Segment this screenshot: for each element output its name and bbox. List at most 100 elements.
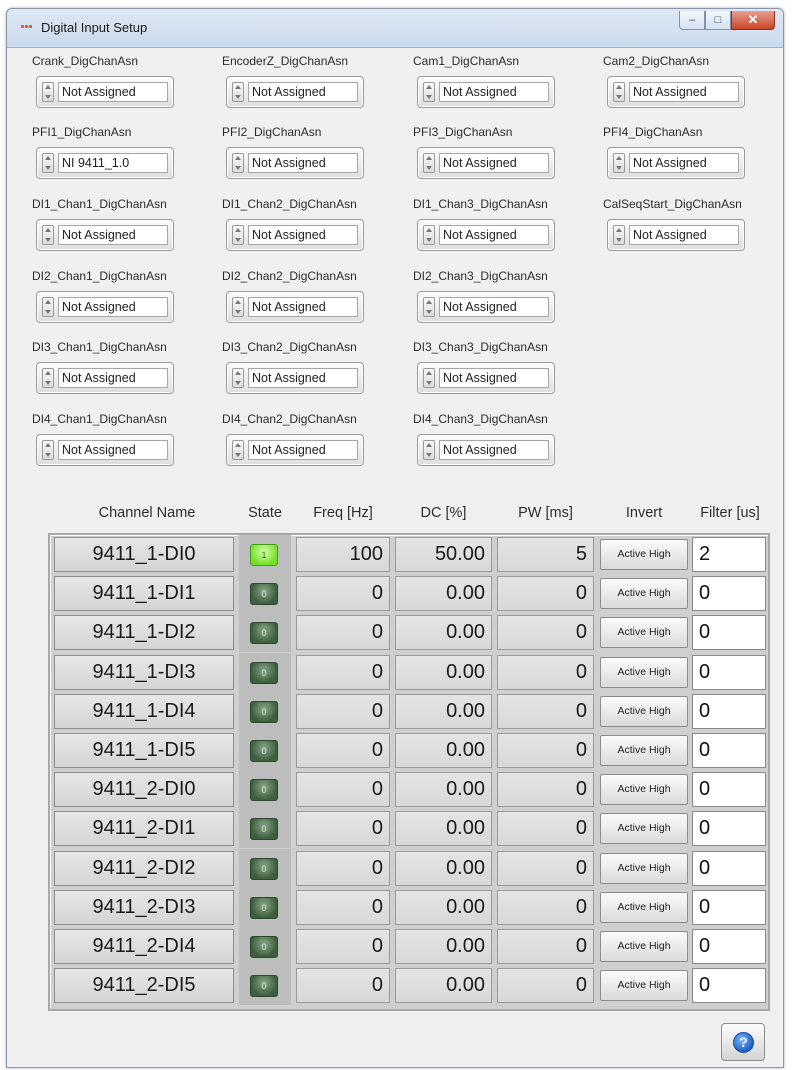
filter-input[interactable]: 0 bbox=[692, 811, 766, 847]
title-bar[interactable]: Digital Input Setup – □ ✕ bbox=[7, 9, 783, 48]
assignment-value[interactable]: Not Assigned bbox=[439, 225, 549, 245]
spin-arrows-icon[interactable] bbox=[232, 225, 244, 245]
invert-button[interactable]: Active High bbox=[600, 695, 688, 727]
invert-button[interactable]: Active High bbox=[600, 931, 688, 962]
assignment-value[interactable]: Not Assigned bbox=[248, 368, 358, 388]
assignment-selector[interactable]: Not Assigned bbox=[607, 76, 745, 108]
spin-arrows-icon[interactable] bbox=[232, 368, 244, 388]
assignment-value[interactable]: Not Assigned bbox=[439, 82, 549, 102]
invert-button[interactable]: Active High bbox=[600, 970, 688, 1002]
spin-arrows-icon[interactable] bbox=[423, 153, 435, 173]
assignment-value[interactable]: Not Assigned bbox=[248, 153, 358, 173]
spin-arrows-icon[interactable] bbox=[42, 440, 54, 460]
assignment-selector[interactable]: Not Assigned bbox=[36, 291, 174, 323]
filter-input[interactable]: 0 bbox=[692, 929, 766, 964]
assignment-selector[interactable]: Not Assigned bbox=[36, 219, 174, 251]
freq-cell: 0 bbox=[296, 929, 390, 964]
spin-arrows-icon[interactable] bbox=[42, 297, 54, 317]
assignment-value[interactable]: Not Assigned bbox=[439, 297, 549, 317]
table-row: 9411_1-DI4 0 0 0.00 0 Active High 0 bbox=[50, 691, 772, 731]
spin-arrows-icon[interactable] bbox=[423, 440, 435, 460]
assignment-value[interactable]: Not Assigned bbox=[439, 440, 549, 460]
assignment-selector[interactable]: Not Assigned bbox=[417, 147, 555, 179]
assignment-selector[interactable]: Not Assigned bbox=[417, 76, 555, 108]
state-led-indicator: 0 bbox=[250, 661, 278, 684]
filter-input[interactable]: 0 bbox=[692, 654, 766, 690]
spin-arrows-icon[interactable] bbox=[42, 368, 54, 388]
spin-arrows-icon[interactable] bbox=[613, 82, 625, 102]
assignment-selector[interactable]: Not Assigned bbox=[607, 219, 745, 251]
spin-arrows-icon[interactable] bbox=[613, 225, 625, 245]
assignment-value[interactable]: Not Assigned bbox=[58, 297, 168, 317]
assignment-selector[interactable]: NI 9411_1.0 bbox=[36, 147, 174, 179]
assignment-selector[interactable]: Not Assigned bbox=[226, 219, 364, 251]
dc-cell: 0.00 bbox=[395, 615, 492, 651]
assignment-value[interactable]: Not Assigned bbox=[439, 368, 549, 388]
filter-input[interactable]: 0 bbox=[692, 889, 766, 925]
invert-button[interactable]: Active High bbox=[600, 813, 688, 845]
assignment-selector[interactable]: Not Assigned bbox=[226, 362, 364, 394]
filter-input[interactable]: 0 bbox=[692, 733, 766, 768]
maximize-button[interactable]: □ bbox=[705, 11, 731, 30]
invert-button[interactable]: Active High bbox=[600, 735, 688, 766]
help-button[interactable]: ? bbox=[721, 1023, 765, 1061]
assignment-value[interactable]: Not Assigned bbox=[629, 82, 739, 102]
assignment-selector[interactable]: Not Assigned bbox=[417, 291, 555, 323]
spin-arrows-icon[interactable] bbox=[423, 225, 435, 245]
assignment-selector[interactable]: Not Assigned bbox=[417, 434, 555, 466]
invert-button[interactable]: Active High bbox=[600, 578, 688, 610]
filter-input[interactable]: 0 bbox=[692, 772, 766, 808]
assignment-value[interactable]: Not Assigned bbox=[248, 440, 358, 460]
invert-button[interactable]: Active High bbox=[600, 774, 688, 806]
spin-arrows-icon[interactable] bbox=[613, 153, 625, 173]
assignment-value[interactable]: Not Assigned bbox=[58, 440, 168, 460]
spin-arrows-icon[interactable] bbox=[232, 82, 244, 102]
assignment-value[interactable]: Not Assigned bbox=[439, 153, 549, 173]
minimize-button[interactable]: – bbox=[679, 11, 705, 30]
filter-input[interactable]: 2 bbox=[692, 537, 766, 572]
assignment-selector[interactable]: Not Assigned bbox=[226, 291, 364, 323]
filter-input[interactable]: 0 bbox=[692, 850, 766, 886]
assignment-value[interactable]: Not Assigned bbox=[58, 225, 168, 245]
pw-cell: 0 bbox=[497, 968, 594, 1004]
assignment-selector[interactable]: Not Assigned bbox=[36, 76, 174, 108]
spin-arrows-icon[interactable] bbox=[423, 297, 435, 317]
close-button[interactable]: ✕ bbox=[731, 11, 775, 30]
spin-arrows-icon[interactable] bbox=[423, 82, 435, 102]
filter-input[interactable]: 0 bbox=[692, 693, 766, 729]
spin-arrows-icon[interactable] bbox=[232, 153, 244, 173]
assignment-selector[interactable]: Not Assigned bbox=[36, 434, 174, 466]
assignment-selector[interactable]: Not Assigned bbox=[417, 362, 555, 394]
assignment-selector[interactable]: Not Assigned bbox=[607, 147, 745, 179]
assignment-selector[interactable]: Not Assigned bbox=[36, 362, 174, 394]
spin-arrows-icon[interactable] bbox=[423, 368, 435, 388]
invert-button[interactable]: Active High bbox=[600, 539, 688, 570]
assignment-selector[interactable]: Not Assigned bbox=[226, 434, 364, 466]
invert-button[interactable]: Active High bbox=[600, 852, 688, 884]
filter-input[interactable]: 0 bbox=[692, 968, 766, 1004]
assignment-label: DI4_Chan2_DigChanAsn bbox=[222, 412, 357, 426]
assignment-value[interactable]: Not Assigned bbox=[629, 225, 739, 245]
assignment-value[interactable]: Not Assigned bbox=[248, 82, 358, 102]
assignment-label: DI3_Chan3_DigChanAsn bbox=[413, 340, 548, 354]
assignment-selector[interactable]: Not Assigned bbox=[226, 147, 364, 179]
filter-input[interactable]: 0 bbox=[692, 615, 766, 651]
assignment-value[interactable]: Not Assigned bbox=[248, 297, 358, 317]
assignment-selector[interactable]: Not Assigned bbox=[226, 76, 364, 108]
assignment-value[interactable]: NI 9411_1.0 bbox=[58, 153, 168, 173]
assignment-value[interactable]: Not Assigned bbox=[629, 153, 739, 173]
filter-input[interactable]: 0 bbox=[692, 576, 766, 612]
invert-button[interactable]: Active High bbox=[600, 656, 688, 688]
spin-arrows-icon[interactable] bbox=[232, 440, 244, 460]
assignment-selector[interactable]: Not Assigned bbox=[417, 219, 555, 251]
spin-arrows-icon[interactable] bbox=[232, 297, 244, 317]
invert-button[interactable]: Active High bbox=[600, 891, 688, 923]
spin-arrows-icon[interactable] bbox=[42, 82, 54, 102]
spin-arrows-icon[interactable] bbox=[42, 225, 54, 245]
dc-cell: 0.00 bbox=[395, 654, 492, 690]
assignment-value[interactable]: Not Assigned bbox=[58, 368, 168, 388]
invert-button[interactable]: Active High bbox=[600, 617, 688, 649]
assignment-value[interactable]: Not Assigned bbox=[58, 82, 168, 102]
spin-arrows-icon[interactable] bbox=[42, 153, 54, 173]
assignment-value[interactable]: Not Assigned bbox=[248, 225, 358, 245]
